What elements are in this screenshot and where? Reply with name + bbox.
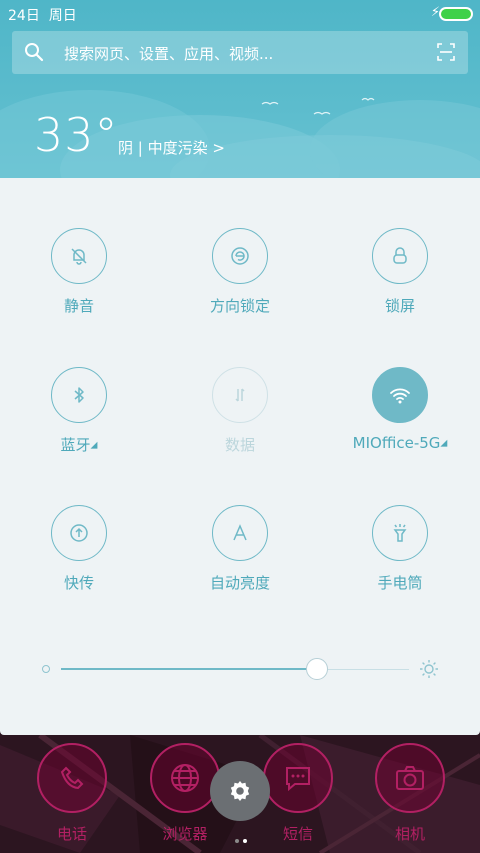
status-date: 24日 周日 [8, 8, 77, 24]
search-bar[interactable]: 搜索网页、设置、应用、视频... [12, 31, 468, 74]
toggle-wifi[interactable]: MIOffice-5G◢ [330, 367, 470, 452]
bluetooth-icon [51, 367, 107, 423]
toggle-label: 自动亮度 [209, 574, 270, 592]
dock-app-label: 电话 [56, 825, 87, 843]
toggle-label: 蓝牙◢ [60, 436, 98, 454]
submenu-indicator-icon: ◢ [90, 440, 98, 451]
weather-condition-link[interactable]: 阴 | 中度污染 > [118, 137, 225, 158]
brightness-high-icon [420, 660, 438, 678]
toggle-mobile-data[interactable]: 数据 [170, 367, 310, 455]
battery-icon [439, 7, 473, 21]
toggle-label: MIOffice-5G◢ [352, 434, 448, 452]
toggle-bluetooth[interactable]: 蓝牙◢ [9, 367, 149, 455]
flashlight-icon [372, 505, 428, 561]
toggle-label: 方向锁定 [209, 297, 270, 315]
toggle-mute[interactable]: 静音 [9, 228, 149, 316]
toggle-flashlight[interactable]: 手电筒 [330, 505, 470, 593]
rotation-lock-icon [212, 228, 268, 284]
dock-app-label: 浏览器 [162, 825, 208, 843]
dock-app-label: 相机 [394, 825, 425, 843]
dock-app-label: 短信 [282, 825, 313, 843]
toggle-label: 手电筒 [377, 574, 423, 592]
temperature: 33° [34, 108, 119, 162]
toggle-label: 快传 [63, 574, 94, 592]
brightness-low-icon [42, 665, 50, 673]
dock-app-messages[interactable]: 短信 [258, 743, 338, 844]
search-icon [25, 43, 44, 62]
dock-app-camera[interactable]: 相机 [370, 743, 450, 844]
dock-app-phone[interactable]: 电话 [32, 743, 112, 844]
quick-settings-panel: 静音 方向锁定 锁屏 蓝牙◢ 数据 MIOffice-5G◢ 快传 自动亮度 手… [0, 178, 480, 735]
toggle-lock-screen[interactable]: 锁屏 [330, 228, 470, 316]
globe-icon [150, 743, 220, 813]
search-placeholder: 搜索网页、设置、应用、视频... [64, 45, 274, 63]
toggle-transfer[interactable]: 快传 [9, 505, 149, 593]
mobile-data-icon [212, 367, 268, 423]
weather-header: 24日 周日 ⚡ 搜索网页、设置、应用、视频... 33° 阴 | 中度污染 > [0, 0, 480, 178]
toggle-label: 静音 [63, 297, 94, 315]
toggle-label: 数据 [224, 436, 255, 454]
message-icon [263, 743, 333, 813]
scan-icon[interactable] [436, 42, 456, 62]
page-indicator [233, 828, 249, 847]
page-dot-active [243, 839, 247, 843]
transfer-icon [51, 505, 107, 561]
toggle-rotation-lock[interactable]: 方向锁定 [170, 228, 310, 316]
brightness-slider-thumb[interactable] [306, 658, 328, 680]
page-dot [235, 839, 239, 843]
toggle-auto-brightness[interactable]: 自动亮度 [170, 505, 310, 593]
settings-button[interactable] [210, 761, 270, 821]
phone-icon [37, 743, 107, 813]
brightness-slider-fill [61, 668, 317, 670]
toggle-label: 锁屏 [384, 297, 415, 315]
wifi-icon [372, 367, 428, 423]
lock-icon [372, 228, 428, 284]
gear-icon [230, 781, 250, 801]
camera-icon [375, 743, 445, 813]
bell-muted-icon [51, 228, 107, 284]
auto-brightness-icon [212, 505, 268, 561]
submenu-indicator-icon: ◢ [440, 438, 448, 449]
status-bar: 24日 周日 ⚡ [0, 0, 480, 28]
